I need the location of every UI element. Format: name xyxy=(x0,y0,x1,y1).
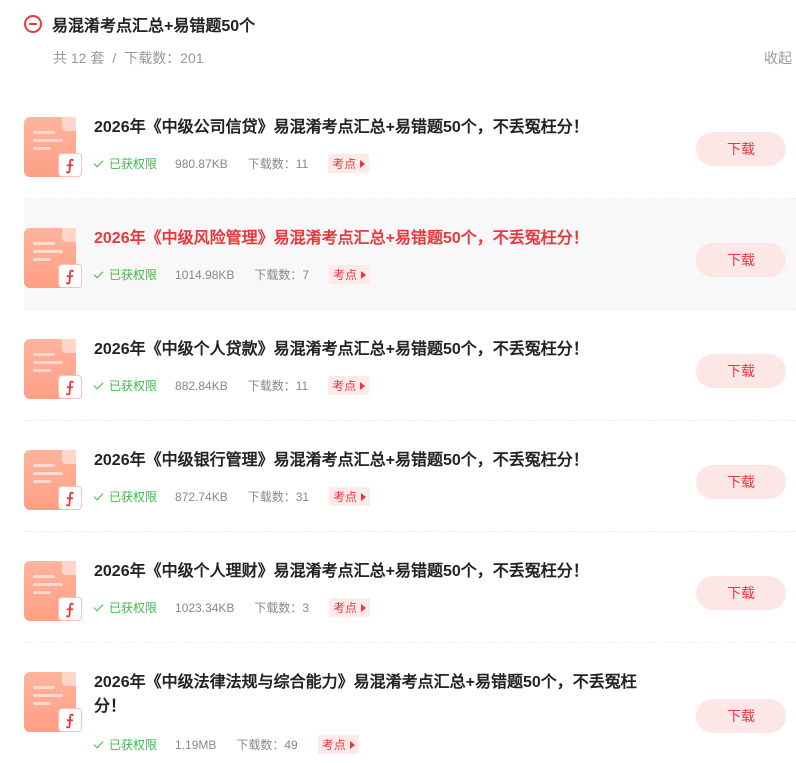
permission-status: 已获权限 xyxy=(93,155,157,172)
check-icon xyxy=(93,738,104,748)
set-count: 共 12 套 xyxy=(53,50,105,66)
check-icon xyxy=(93,268,104,278)
item-title[interactable]: 2026年《中级个人理财》易混淆考点汇总+易错题50个，不丢冤枉分！ xyxy=(94,560,654,584)
item-title[interactable]: 2026年《中级银行管理》易混淆考点汇总+易错题50个，不丢冤枉分！ xyxy=(94,449,654,473)
item-meta: 已获权限 1014.98KB 下载数：7 考点 xyxy=(93,265,371,284)
item-meta: 已获权限 882.84KB 下载数：11 考点 xyxy=(93,376,370,395)
check-icon xyxy=(93,601,104,611)
tag-badge[interactable]: 考点 xyxy=(328,154,370,173)
minus-circle-icon[interactable] xyxy=(24,15,42,33)
download-button[interactable]: 下载 xyxy=(696,699,786,733)
pdf-file-icon: ⨍ xyxy=(24,450,82,510)
play-triangle-icon xyxy=(361,492,367,501)
file-size: 882.84KB xyxy=(175,378,228,393)
file-size: 1014.98KB xyxy=(175,267,235,282)
download-button[interactable]: 下载 xyxy=(696,132,786,166)
item-title[interactable]: 2026年《中级风险管理》易混淆考点汇总+易错题50个，不丢冤枉分！ xyxy=(94,227,654,251)
list-item[interactable]: ⨍ 2026年《中级公司信贷》易混淆考点汇总+易错题50个，不丢冤枉分！ 已获权… xyxy=(24,88,796,199)
pdf-file-icon: ⨍ xyxy=(24,561,82,621)
download-count: 下载数：31 xyxy=(247,490,310,504)
play-triangle-icon xyxy=(360,159,366,168)
list-item[interactable]: ⨍ 2026年《中级法律法规与综合能力》易混淆考点汇总+易错题50个，不丢冤枉分… xyxy=(24,643,796,763)
permission-status: 已获权限 xyxy=(93,266,157,283)
check-icon xyxy=(93,490,104,500)
group-header[interactable]: 易混淆考点汇总+易错题50个 xyxy=(24,12,796,36)
item-meta: 已获权限 872.74KB 下载数：31 考点 xyxy=(93,487,371,506)
item-title[interactable]: 2026年《中级个人贷款》易混淆考点汇总+易错题50个，不丢冤枉分！ xyxy=(94,338,654,362)
download-button[interactable]: 下载 xyxy=(696,465,786,499)
permission-status: 已获权限 xyxy=(93,736,157,753)
resource-list: ⨍ 2026年《中级公司信贷》易混淆考点汇总+易错题50个，不丢冤枉分！ 已获权… xyxy=(0,88,796,763)
collapse-link[interactable]: 收起 xyxy=(764,48,792,68)
file-size: 1.19MB xyxy=(175,737,217,752)
play-triangle-icon xyxy=(361,603,367,612)
download-count: 下载数：11 xyxy=(247,157,309,171)
tag-badge[interactable]: 考点 xyxy=(329,487,371,506)
permission-status: 已获权限 xyxy=(93,488,157,505)
download-count: 下载数：11 xyxy=(247,379,309,393)
tag-badge[interactable]: 考点 xyxy=(329,265,371,284)
play-triangle-icon xyxy=(349,740,355,749)
tag-badge[interactable]: 考点 xyxy=(328,376,370,395)
permission-status: 已获权限 xyxy=(93,377,157,394)
tag-badge[interactable]: 考点 xyxy=(329,598,371,617)
pdf-file-icon: ⨍ xyxy=(24,228,82,288)
group-downloads: 下载数：201 xyxy=(124,50,204,66)
list-item[interactable]: ⨍ 2026年《中级个人贷款》易混淆考点汇总+易错题50个，不丢冤枉分！ 已获权… xyxy=(24,310,796,421)
item-meta: 已获权限 980.87KB 下载数：11 考点 xyxy=(93,154,370,173)
check-icon xyxy=(93,379,104,389)
download-count: 下载数：49 xyxy=(236,738,298,752)
pdf-file-icon: ⨍ xyxy=(24,117,82,177)
list-item[interactable]: ⨍ 2026年《中级银行管理》易混淆考点汇总+易错题50个，不丢冤枉分！ 已获权… xyxy=(24,421,796,532)
download-button[interactable]: 下载 xyxy=(696,576,786,610)
download-button[interactable]: 下载 xyxy=(696,243,786,277)
check-icon xyxy=(93,157,104,167)
file-size: 980.87KB xyxy=(175,156,228,171)
pdf-file-icon: ⨍ xyxy=(24,339,82,399)
file-size: 1023.34KB xyxy=(175,600,235,615)
group-title: 易混淆考点汇总+易错题50个 xyxy=(52,18,256,35)
list-item[interactable]: ⨍ 2026年《中级风险管理》易混淆考点汇总+易错题50个，不丢冤枉分！ 已获权… xyxy=(24,199,796,310)
meta-separator: / xyxy=(112,50,117,66)
item-title[interactable]: 2026年《中级法律法规与综合能力》易混淆考点汇总+易错题50个，不丢冤枉分！ xyxy=(94,671,654,719)
download-button[interactable]: 下载 xyxy=(696,354,786,388)
group-meta: 共 12 套 / 下载数：201 xyxy=(53,48,204,68)
play-triangle-icon xyxy=(361,270,367,279)
download-count: 下载数：7 xyxy=(254,268,310,282)
permission-status: 已获权限 xyxy=(93,599,157,616)
file-size: 872.74KB xyxy=(175,489,228,504)
item-meta: 已获权限 1023.34KB 下载数：3 考点 xyxy=(93,598,371,617)
item-title[interactable]: 2026年《中级公司信贷》易混淆考点汇总+易错题50个，不丢冤枉分！ xyxy=(94,116,654,140)
list-item[interactable]: ⨍ 2026年《中级个人理财》易混淆考点汇总+易错题50个，不丢冤枉分！ 已获权… xyxy=(24,532,796,643)
pdf-file-icon: ⨍ xyxy=(24,672,82,732)
download-count: 下载数：3 xyxy=(254,601,310,615)
item-meta: 已获权限 1.19MB 下载数：49 考点 xyxy=(93,735,359,754)
play-triangle-icon xyxy=(360,381,366,390)
tag-badge[interactable]: 考点 xyxy=(317,735,359,754)
